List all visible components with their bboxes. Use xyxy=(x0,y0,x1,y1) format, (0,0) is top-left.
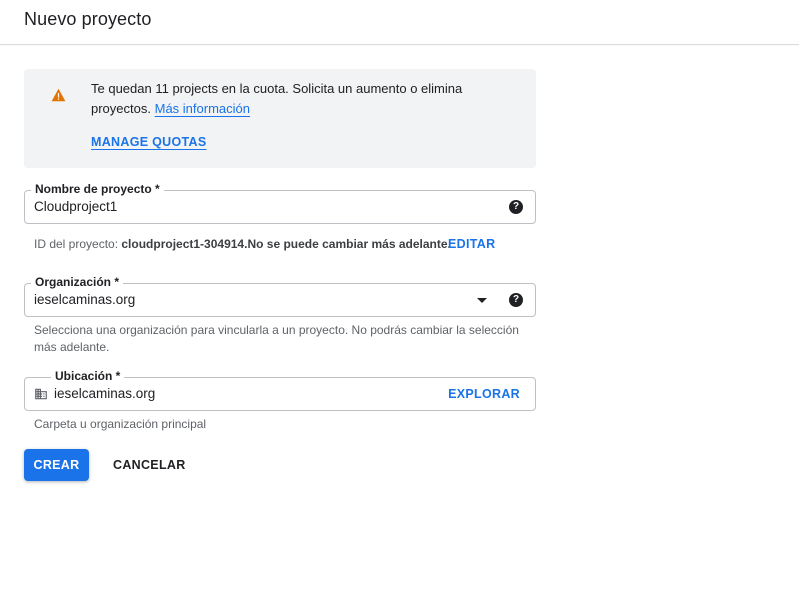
page-title: Nuevo proyecto xyxy=(24,9,152,29)
organization-label: Organización * xyxy=(31,275,124,289)
project-name-field[interactable]: Nombre de proyecto * Cloudproject1 ? xyxy=(24,182,536,224)
quota-message: Te quedan 11 projects en la cuota. Solic… xyxy=(91,79,511,119)
location-hint: Carpeta u organización principal xyxy=(34,417,207,431)
help-icon[interactable]: ? xyxy=(509,200,523,214)
project-id-value: cloudproject1-304914. xyxy=(121,237,248,251)
project-name-label: Nombre de proyecto * xyxy=(31,182,164,196)
organization-hint: Selecciona una organización para vincula… xyxy=(34,323,519,354)
location-value: ieselcaminas.org xyxy=(54,386,156,401)
quota-message-text: Te quedan 11 projects en la cuota. Solic… xyxy=(91,81,463,116)
explore-button[interactable]: EXPLORAR xyxy=(448,387,520,401)
warning-icon xyxy=(51,88,66,102)
location-field[interactable]: Ubicación * ieselcaminas.org EXPLORAR xyxy=(24,369,536,411)
manage-quotas-link[interactable]: MANAGE QUOTAS xyxy=(91,135,206,149)
edit-project-id-button[interactable]: EDITAR xyxy=(448,237,495,251)
more-info-link[interactable]: Más información xyxy=(155,101,250,116)
help-icon[interactable]: ? xyxy=(509,293,523,307)
header: Nuevo proyecto xyxy=(0,0,799,45)
cancel-button[interactable]: CANCELAR xyxy=(113,458,186,472)
organization-select[interactable]: Organización * ieselcaminas.org ? xyxy=(24,275,536,317)
organization-value: ieselcaminas.org xyxy=(34,292,136,307)
project-id-suffix: No se puede cambiar más adelante. xyxy=(247,237,451,251)
create-button[interactable]: CREAR xyxy=(24,449,89,481)
building-icon xyxy=(35,388,47,400)
quota-banner: Te quedan 11 projects en la cuota. Solic… xyxy=(24,69,536,168)
project-name-value[interactable]: Cloudproject1 xyxy=(34,199,117,214)
location-label: Ubicación * xyxy=(51,369,125,383)
project-id-hint: ID del proyecto: cloudproject1-304914.No… xyxy=(34,236,451,253)
dropdown-arrow-icon[interactable] xyxy=(477,298,487,303)
project-id-prefix: ID del proyecto: xyxy=(34,237,122,251)
